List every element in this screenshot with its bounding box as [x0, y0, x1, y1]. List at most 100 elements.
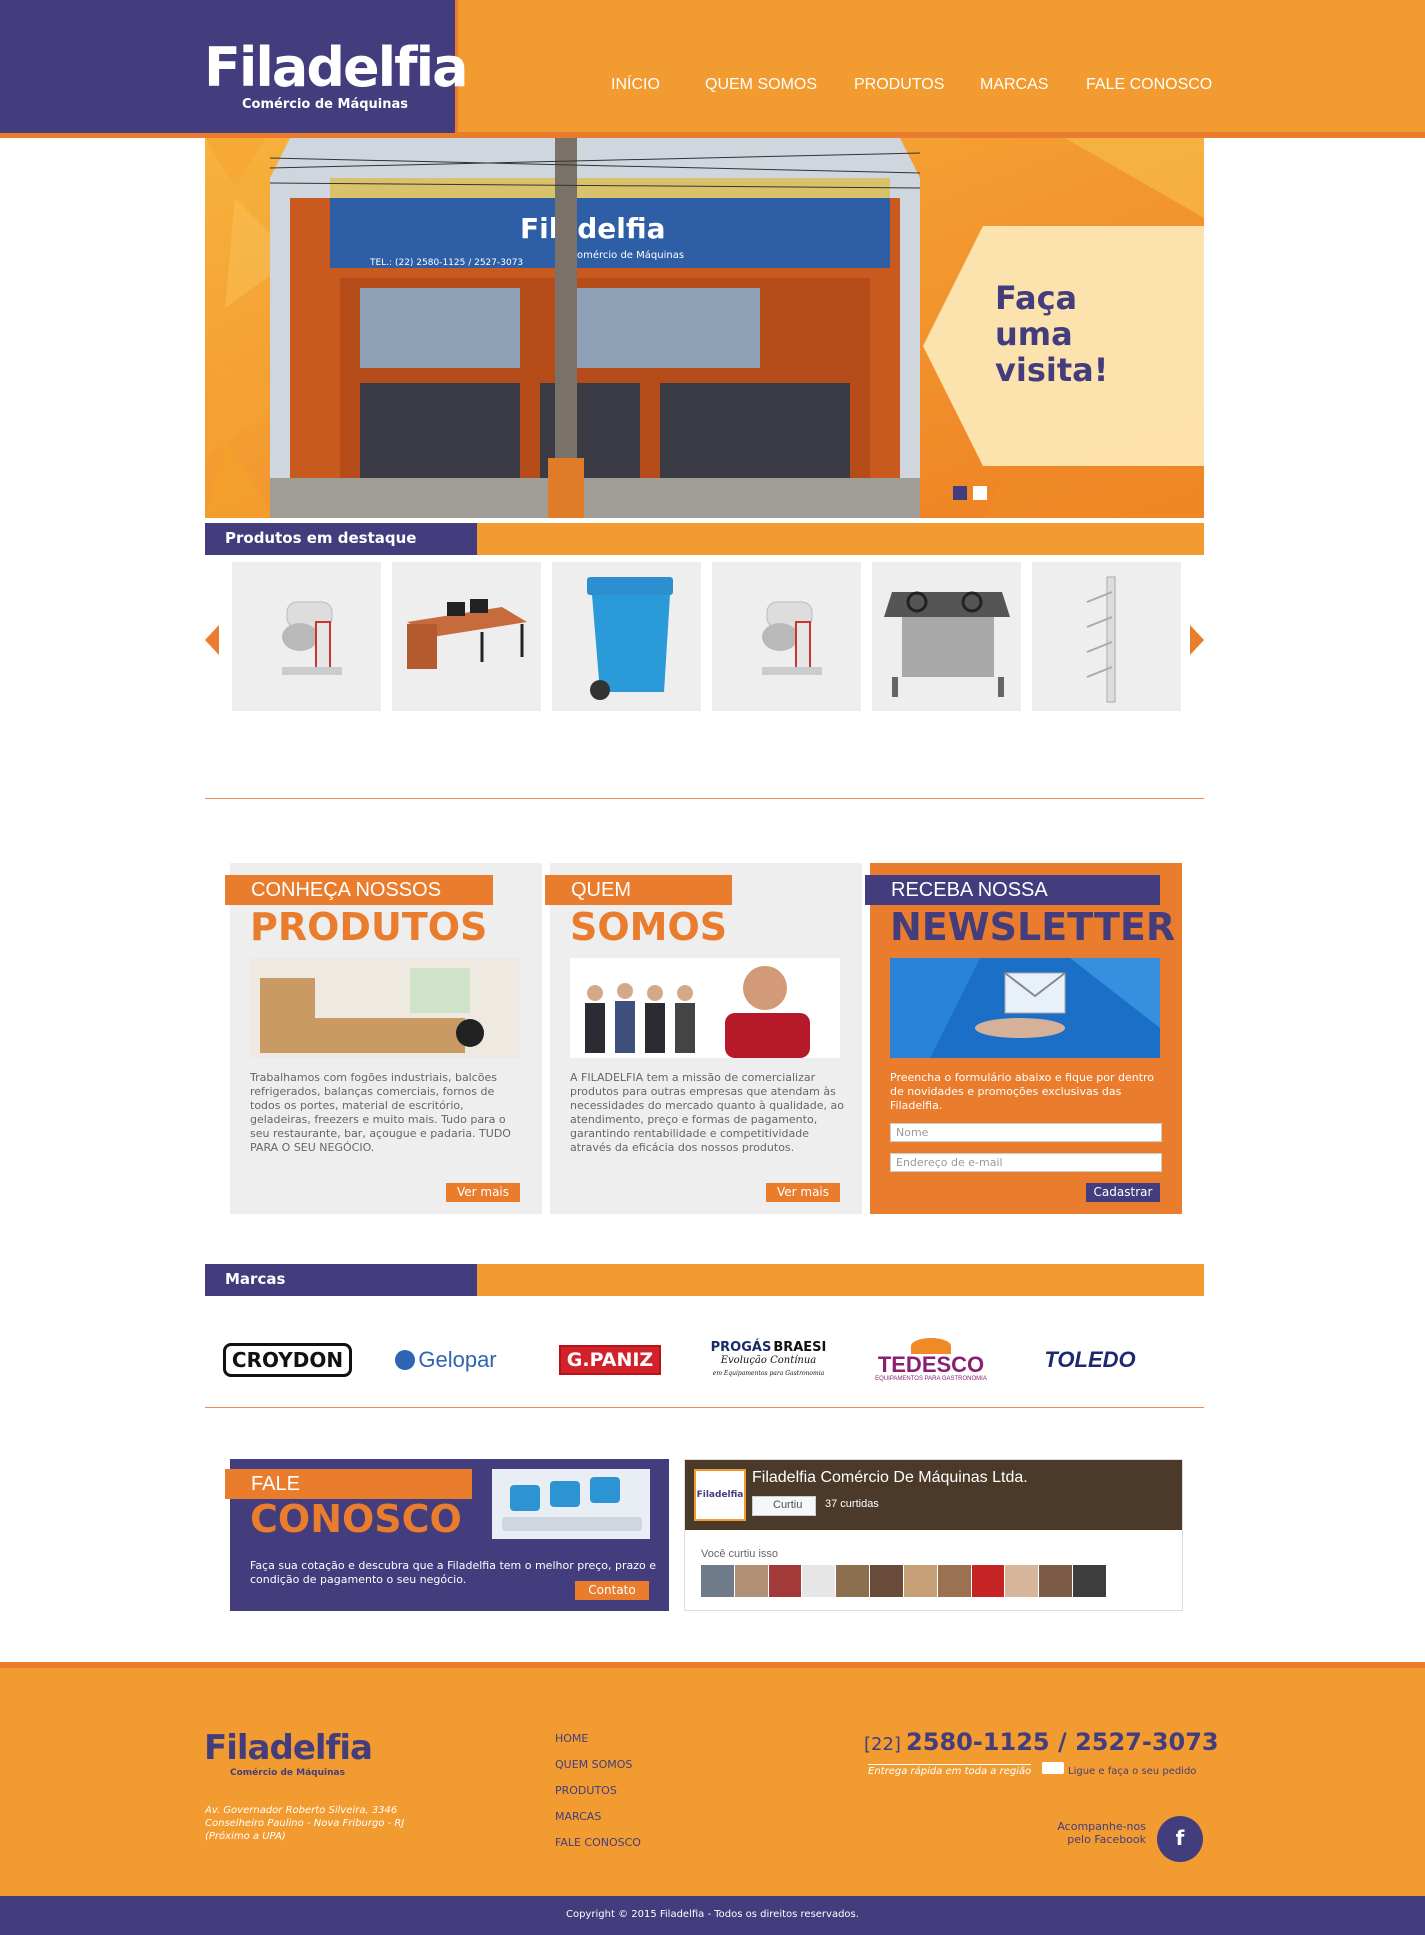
facebook-like-button[interactable]: Curtiu: [752, 1496, 816, 1516]
about-text: A FILADELFIA tem a missão de comercializ…: [570, 1071, 844, 1154]
newsletter-name-input[interactable]: Nome: [890, 1123, 1162, 1142]
product-card-stove[interactable]: [872, 562, 1021, 711]
products-more-button[interactable]: Ver mais: [446, 1183, 520, 1202]
product-card-mixer[interactable]: [232, 562, 381, 711]
footer-link-marcas[interactable]: MARCAS: [555, 1810, 601, 1823]
newsletter-tag: RECEBA NOSSA: [865, 875, 1160, 905]
about-heading: SOMOS: [570, 905, 728, 949]
footer-link-quem-somos[interactable]: QUEM SOMOS: [555, 1758, 632, 1771]
product-card-mixer-2[interactable]: [712, 562, 861, 711]
footer-delivery: Entrega rápida em toda a região: [868, 1764, 1032, 1777]
fan-avatar[interactable]: [971, 1565, 1005, 1597]
footer-link-produtos[interactable]: PRODUTOS: [555, 1784, 617, 1797]
storefront-illustration: Filadelfia Comércio de Máquinas TEL.: (2…: [269, 138, 921, 518]
product-card-desk[interactable]: [392, 562, 541, 711]
logo-subtitle: Comércio de Máquinas: [242, 97, 409, 112]
products-block: CONHEÇA NOSSOS PRODUTOS Trabalhamos com …: [225, 863, 542, 1214]
facebook-widget: Filadelfia Filadelfia Comércio De Máquin…: [684, 1459, 1183, 1611]
fan-avatar[interactable]: [870, 1565, 903, 1597]
product-card-shelf[interactable]: [1032, 562, 1181, 711]
contact-heading: CONOSCO: [250, 1497, 462, 1541]
footer-link-home[interactable]: HOME: [555, 1732, 588, 1745]
envelope-hand-image: [890, 958, 1160, 1058]
footer-logo-subtitle: Comércio de Máquinas: [230, 1768, 345, 1778]
hero-banner: Filadelfia Comércio de Máquinas TEL.: (2…: [205, 138, 1204, 518]
contact-button[interactable]: Contato: [575, 1581, 649, 1600]
nav-marcas[interactable]: MARCAS: [980, 76, 1048, 94]
copyright-text: Copyright © 2015 Filadelfia - Todos os d…: [566, 1909, 859, 1920]
mixer-icon: [762, 601, 822, 675]
products-tag: CONHEÇA NOSSOS: [225, 875, 493, 905]
newsletter-subscribe-button[interactable]: Cadastrar: [1086, 1183, 1160, 1202]
fan-avatar[interactable]: [1039, 1565, 1073, 1597]
section-divider: [205, 798, 1204, 799]
footer-phone: [22] 2580-1125 / 2527-3073: [864, 1728, 1219, 1756]
about-block: QUEM SOMOS A FILADELFIA tem a missão de …: [545, 863, 862, 1214]
product-card-trash-bin[interactable]: [552, 562, 701, 711]
facebook-likes-count: 37 curtidas: [825, 1498, 879, 1510]
about-more-button[interactable]: Ver mais: [766, 1183, 840, 1202]
header: Filadelfia Comércio de Máquinas INÍCIO Q…: [0, 0, 1425, 138]
fan-avatar[interactable]: [701, 1565, 734, 1597]
storefront-sign: Filadelfia: [520, 212, 666, 245]
mixer-icon: [282, 601, 342, 675]
fan-avatar[interactable]: [734, 1565, 768, 1597]
carousel-prev-arrow[interactable]: [205, 625, 219, 655]
brand-progas-braesi[interactable]: PROGÁS BRAESI Evolução Contínua em Equipa…: [706, 1335, 831, 1385]
facebook-icon[interactable]: f: [1157, 1816, 1203, 1862]
team-image: [570, 958, 840, 1058]
brand-tedesco[interactable]: TEDESCO EQUIPAMENTOS PARA GASTRONOMIA: [866, 1335, 996, 1385]
facebook-page-name[interactable]: Filadelfia Comércio De Máquinas Ltda.: [752, 1469, 1028, 1487]
brand-croydon[interactable]: CROYDON: [222, 1335, 353, 1385]
banner-headline: Faça uma visita!: [995, 279, 1109, 389]
storefront-phone: TEL.: (22) 2580-1125 / 2527-3073: [369, 258, 523, 268]
about-tag: QUEM: [545, 875, 732, 905]
nav-quem-somos[interactable]: QUEM SOMOS: [705, 76, 817, 94]
fan-avatar[interactable]: [1073, 1565, 1106, 1597]
newsletter-text: Preencha o formulário abaixo e fique por…: [890, 1071, 1155, 1112]
nav-inicio[interactable]: INÍCIO: [611, 76, 660, 94]
truck-icon: [1042, 1762, 1064, 1774]
fan-avatar[interactable]: [903, 1565, 937, 1597]
brand-gelopar[interactable]: Gelopar: [386, 1335, 506, 1385]
fan-avatar[interactable]: [1005, 1565, 1039, 1597]
contact-block: FALE CONOSCO Faça sua cotação e descubra…: [225, 1459, 669, 1611]
footer-address: Av. Governador Roberto Silveira, 3346 Co…: [205, 1805, 405, 1842]
fan-avatar[interactable]: [768, 1565, 802, 1597]
gelopar-icon: [395, 1350, 416, 1370]
products-heading: PRODUTOS: [250, 905, 488, 949]
carousel-next-arrow[interactable]: [1190, 625, 1204, 655]
featured-bar: Produtos em destaque: [205, 523, 1204, 555]
stove-icon: [884, 591, 1010, 697]
storefront-sign-sub: Comércio de Máquinas: [570, 249, 684, 261]
logo-title: Filadelfia: [204, 36, 469, 99]
footer-logo-title[interactable]: Filadelfia: [204, 1728, 373, 1768]
facebook-page-thumbnail[interactable]: Filadelfia: [694, 1469, 746, 1521]
facebook-liked-text: Você curtiu isso: [701, 1548, 779, 1560]
nav-produtos[interactable]: PRODUTOS: [854, 76, 944, 94]
logo[interactable]: Filadelfia Comércio de Máquinas: [0, 0, 469, 133]
facebook-fan-faces: [701, 1565, 1106, 1597]
footer-facebook-follow[interactable]: Acompanhe-nos pelo Facebook: [1050, 1820, 1146, 1846]
slider-dot-1[interactable]: [953, 486, 967, 500]
copyright-bar: Copyright © 2015 Filadelfia - Todos os d…: [0, 1896, 1425, 1935]
desk-icon: [407, 599, 527, 669]
storefront-photo: Filadelfia Comércio de Máquinas TEL.: (2…: [269, 138, 921, 518]
fan-avatar[interactable]: [937, 1565, 971, 1597]
trash-bin-icon: [587, 577, 673, 700]
fan-avatar[interactable]: [836, 1565, 870, 1597]
fan-avatar[interactable]: [802, 1565, 836, 1597]
footer-order: Ligue e faça o seu pedido: [1068, 1766, 1197, 1777]
brand-toledo[interactable]: TOLEDO: [1030, 1335, 1150, 1385]
shelf-icon: [1086, 576, 1116, 703]
office-furniture-image: [250, 958, 520, 1058]
footer-link-fale-conosco[interactable]: FALE CONOSCO: [555, 1836, 641, 1849]
newsletter-email-input[interactable]: Endereço de e-mail: [890, 1153, 1162, 1172]
brands-bar: Marcas: [205, 1264, 1204, 1296]
slider-dot-2[interactable]: [973, 486, 987, 500]
contact-tag: FALE: [225, 1469, 472, 1499]
nav-fale-conosco[interactable]: FALE CONOSCO: [1086, 76, 1212, 94]
keyboard-contact-image: [492, 1469, 650, 1539]
brands-divider: [205, 1407, 1204, 1408]
brand-gpaniz[interactable]: G.PANIZ: [550, 1335, 670, 1385]
